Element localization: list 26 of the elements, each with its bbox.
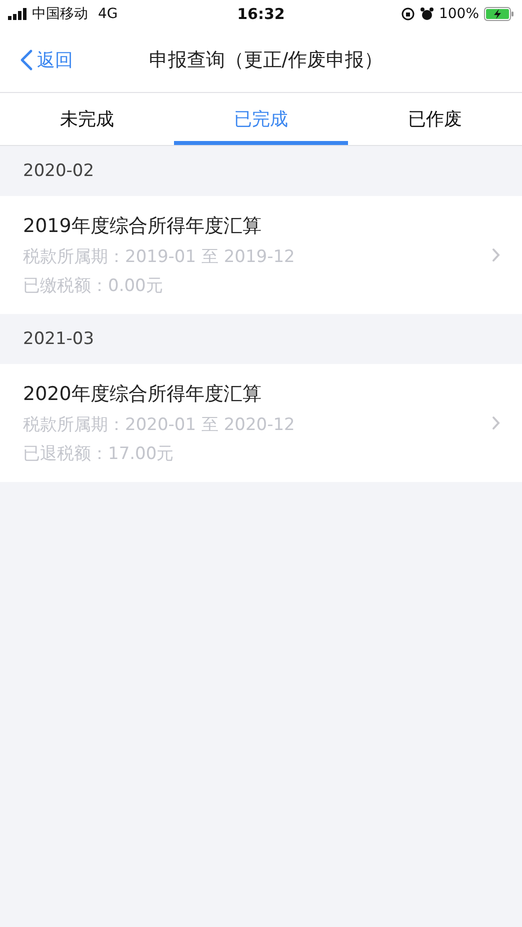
battery-charging-icon	[484, 7, 514, 21]
signal-icon	[8, 8, 28, 20]
page-title: 申报查询（更正/作废申报）	[148, 49, 384, 71]
tax-period: 税款所属期：2020-01 至 2020-12	[23, 414, 296, 436]
declaration-item[interactable]: 2019年度综合所得年度汇算 税款所属期：2019-01 至 2019-12 已缴税额：0.00元	[0, 196, 522, 314]
tax-period: 税款所属期：2019-01 至 2019-12	[23, 246, 296, 268]
tax-amount: 已缴税额：0.00元	[23, 275, 164, 297]
alarm-clock-icon	[420, 7, 434, 21]
clock-time: 16:32	[237, 5, 285, 23]
chevron-right-icon	[492, 416, 500, 430]
back-button[interactable]: 返回	[0, 47, 79, 73]
tab[interactable]: 已作废	[348, 93, 522, 145]
item-title: 2020年度综合所得年度汇算	[23, 382, 262, 407]
tab[interactable]: 已完成	[174, 93, 348, 145]
tax-amount: 已退税额：17.00元	[23, 443, 175, 465]
declaration-item[interactable]: 2020年度综合所得年度汇算 税款所属期：2020-01 至 2020-12 已退税额：17.00元	[0, 364, 522, 482]
item-title: 2019年度综合所得年度汇算	[23, 214, 262, 239]
battery-percent: 100%	[438, 6, 479, 22]
rotation-lock-icon	[400, 7, 415, 21]
month-header: 2020-02	[23, 161, 94, 181]
network-type: 4G	[98, 6, 118, 22]
month-header: 2021-03	[23, 329, 94, 349]
tab[interactable]: 未完成	[0, 93, 174, 145]
chevron-right-icon	[492, 248, 500, 262]
carrier-name: 中国移动	[32, 5, 88, 23]
chevron-left-icon	[20, 49, 33, 71]
